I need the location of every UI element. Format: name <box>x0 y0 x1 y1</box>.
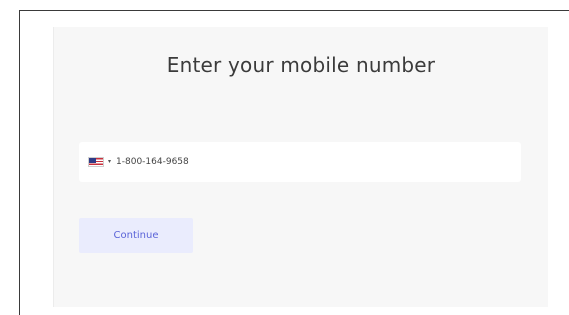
mobile-number-panel: Enter your mobile number ▾ Continue <box>53 27 548 307</box>
page-title: Enter your mobile number <box>166 53 436 77</box>
phone-number-input[interactable] <box>116 157 417 167</box>
caret-down-icon[interactable]: ▾ <box>108 157 111 167</box>
phone-number-field[interactable]: ▾ <box>79 142 521 182</box>
page-frame: Enter your mobile number ▾ Continue <box>19 10 569 315</box>
continue-button[interactable]: Continue <box>79 218 193 253</box>
us-flag-icon[interactable] <box>88 157 104 167</box>
